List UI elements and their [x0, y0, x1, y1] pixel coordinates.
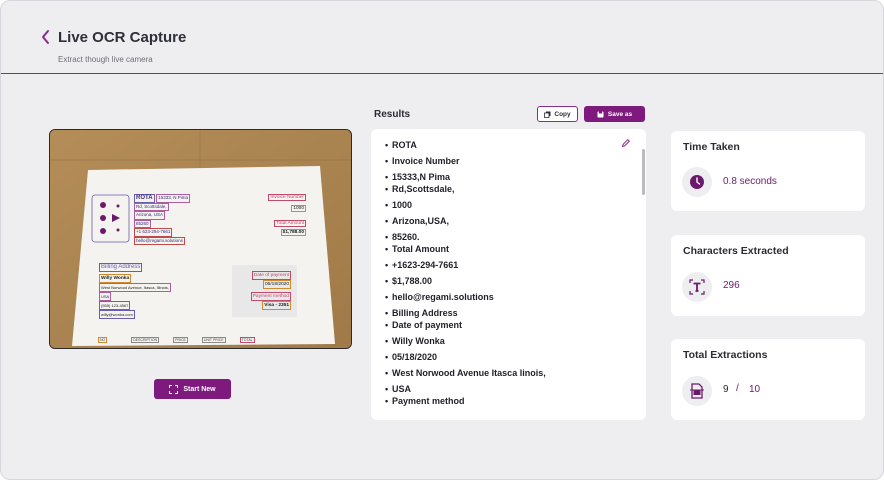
- save-icon: [597, 111, 604, 117]
- result-item: Billing Address: [385, 307, 635, 319]
- doc-customer-address: West Norwood Avenue, Itasca, Illinois,: [99, 283, 171, 292]
- doc-company-block: ROTA 15333, N Pima Rd, Scottsdale, Arizo…: [134, 194, 191, 245]
- doc-customer-name: Willy Wonka: [99, 274, 132, 283]
- doc-phone: +1 623-294-7661: [134, 228, 173, 237]
- doc-table-header: NO DESCRIPTION PRICE UNIT PRICE TOTAL: [98, 337, 255, 343]
- characters-extracted-card: Characters Extracted 296: [671, 235, 865, 316]
- doc-method: Visa - 2351: [262, 301, 291, 310]
- characters-extracted-title: Characters Extracted: [683, 245, 789, 257]
- characters-extracted-value: 296: [723, 280, 740, 291]
- doc-date-label: Date of payment: [251, 271, 291, 280]
- extractions-separator: /: [736, 383, 739, 394]
- camera-preview: ROTA 15333, N Pima Rd, Scottsdale, Arizo…: [49, 129, 352, 349]
- page-title: Live OCR Capture: [58, 29, 187, 46]
- results-list: ROTA Invoice Number 15333,N Pima Rd,Scot…: [385, 139, 635, 407]
- back-arrow-icon[interactable]: [39, 28, 53, 46]
- text-scan-icon: [689, 279, 705, 295]
- save-as-button[interactable]: Save as: [584, 106, 645, 122]
- copy-button[interactable]: Copy: [537, 106, 578, 122]
- camera-frame-image: [50, 130, 351, 348]
- doc-total-amount: $1,788.00: [280, 229, 306, 236]
- page-subtitle: Extract though live camera: [58, 55, 153, 64]
- result-item: West Norwood Avenue Itasca linois,: [385, 367, 635, 379]
- doc-method-label: Payment method: [250, 292, 291, 301]
- doc-table-header-cell: DESCRIPTION: [131, 337, 160, 343]
- scan-frame-icon: [169, 384, 179, 394]
- doc-invoice-number: 1000: [291, 205, 306, 212]
- doc-table-header-cell: PRICE: [173, 337, 188, 343]
- copy-label: Copy: [554, 110, 571, 118]
- result-item: 85260.: [385, 231, 635, 243]
- edit-pencil-icon[interactable]: [621, 138, 631, 148]
- result-item: +1623-294-7661: [385, 259, 635, 271]
- time-taken-title: Time Taken: [683, 141, 740, 153]
- result-item: Total Amount: [385, 243, 635, 255]
- doc-address-line: Rd, Scottsdale,: [134, 202, 169, 211]
- extractions-icon-badge: [682, 376, 712, 406]
- doc-billing-label: Billing Address: [99, 263, 143, 272]
- doc-customer-address: USA: [99, 292, 112, 301]
- doc-payment-block: Date of payment 05/18/2020 Payment metho…: [232, 265, 297, 317]
- result-item: 15333,N Pima: [385, 171, 635, 183]
- result-item: 1000: [385, 199, 635, 211]
- characters-icon-badge: [682, 272, 712, 302]
- app-window: Live OCR Capture Extract though live cam…: [0, 0, 884, 480]
- copy-icon: [544, 111, 551, 118]
- extractions-used-value: 9: [723, 384, 729, 395]
- result-item: hello@regami.solutions: [385, 291, 635, 303]
- total-extractions-title: Total Extractions: [683, 349, 768, 361]
- doc-address-line: 85260: [134, 219, 151, 228]
- doc-table-header-cell: NO: [98, 337, 108, 343]
- result-item: Rd,Scottsdale,: [385, 183, 635, 195]
- total-extractions-card: Total Extractions 9 / 10: [671, 339, 865, 420]
- doc-invoice-block: Invoice Number 1000 Total Amount $1,788.…: [266, 194, 306, 236]
- clock-icon: [690, 175, 704, 189]
- doc-email: hello@regami.solutions: [134, 236, 185, 245]
- doc-date: 05/18/2020: [262, 280, 291, 289]
- results-scrollbar[interactable]: [642, 149, 645, 195]
- results-panel[interactable]: ROTA Invoice Number 15333,N Pima Rd,Scot…: [371, 129, 646, 420]
- start-new-button[interactable]: Start New: [154, 379, 231, 399]
- result-item: $1,788.00: [385, 275, 635, 287]
- result-item: ROTA: [385, 139, 635, 151]
- start-new-label: Start New: [183, 385, 216, 393]
- doc-invoice-label: Invoice Number: [268, 194, 306, 201]
- result-item: Date of payment: [385, 319, 635, 331]
- extractions-total-value: 10: [749, 384, 761, 395]
- doc-address-line: Arizona, USA: [134, 211, 166, 220]
- document-scan-icon: [690, 383, 704, 399]
- result-item: Invoice Number: [385, 155, 635, 167]
- doc-address-line: 15333, N Pima: [156, 194, 191, 203]
- result-item: Arizona,USA,: [385, 215, 635, 227]
- doc-total-label: Total Amount: [274, 220, 306, 227]
- time-taken-card: Time Taken 0.8 seconds: [671, 131, 865, 211]
- doc-customer-phone: (555) 123-4567: [99, 301, 131, 310]
- result-item: Payment method: [385, 395, 635, 407]
- doc-company: ROTA: [134, 194, 155, 203]
- result-item: 05/18/2020: [385, 351, 635, 363]
- result-item: Willy Wonka: [385, 335, 635, 347]
- doc-table-header-cell: TOTAL: [239, 337, 255, 343]
- time-taken-value: 0.8 seconds: [723, 176, 777, 187]
- time-icon-badge: [682, 167, 712, 197]
- page-header: Live OCR Capture Extract though live cam…: [1, 1, 883, 74]
- save-as-label: Save as: [607, 110, 633, 118]
- results-title: Results: [374, 109, 411, 120]
- doc-billing-block: Billing Address Willy Wonka West Norwood…: [99, 263, 171, 319]
- doc-customer-email: willy@wonka.com: [99, 310, 135, 319]
- result-item: USA: [385, 383, 635, 395]
- doc-table-header-cell: UNIT PRICE: [201, 337, 226, 343]
